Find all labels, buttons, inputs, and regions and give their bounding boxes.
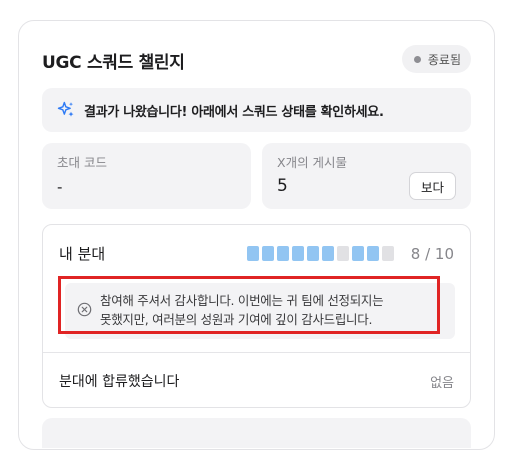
invite-code-label: 초대 코드 xyxy=(57,155,107,170)
status-badge: 종료됨 xyxy=(401,45,471,73)
x-circle-icon xyxy=(77,302,92,317)
my-squad-panel: 내 분대 8 / 10 참여해 주셔서 감사합니다. 이번에는 귀 팀에 선정되… xyxy=(42,224,471,408)
page-title: UGC 스쿼드 챌린지 xyxy=(42,53,185,73)
result-banner: 결과가 나왔습니다! 아래에서 스쿼드 상태를 확인하세요. xyxy=(42,88,471,132)
joined-squad-label: 분대에 합류했습니다 xyxy=(59,374,180,390)
banner-text: 결과가 나왔습니다! 아래에서 스쿼드 상태를 확인하세요. xyxy=(84,104,384,120)
message-line-1: 참여해 주셔서 감사합니다. 이번에는 귀 팀에 선정되지는 xyxy=(100,293,384,308)
progress-segment xyxy=(382,246,394,261)
invite-code-box: 초대 코드 - xyxy=(42,143,251,209)
joined-squad-value: 없음 xyxy=(430,376,454,391)
progress-segment xyxy=(322,246,334,261)
posts-box: X개의 게시물 5 보다 xyxy=(262,143,471,209)
posts-label: X개의 게시물 xyxy=(277,155,348,170)
progress-segment xyxy=(337,246,349,261)
progress-segment xyxy=(352,246,364,261)
progress-segment xyxy=(367,246,379,261)
view-posts-button[interactable]: 보다 xyxy=(408,172,456,200)
status-label: 종료됨 xyxy=(427,52,461,67)
posts-count: 5 xyxy=(277,176,288,196)
divider xyxy=(43,352,470,353)
invite-code-value: - xyxy=(57,178,63,196)
progress-segment xyxy=(292,246,304,261)
status-dot-icon xyxy=(413,55,421,63)
next-section-peek xyxy=(42,418,471,448)
squad-progress-text: 8 / 10 xyxy=(410,245,454,263)
sparkle-icon xyxy=(57,101,74,117)
squad-title: 내 분대 xyxy=(59,245,106,263)
rejection-message: 참여해 주셔서 감사합니다. 이번에는 귀 팀에 선정되지는 못했지만, 여러분… xyxy=(65,283,455,339)
message-line-2: 못했지만, 여러분의 성원과 기여에 깊이 감사드립니다. xyxy=(100,312,373,327)
progress-segment xyxy=(262,246,274,261)
progress-segment xyxy=(247,246,259,261)
progress-segment xyxy=(277,246,289,261)
squad-progress-bar xyxy=(247,246,394,261)
progress-segment xyxy=(307,246,319,261)
